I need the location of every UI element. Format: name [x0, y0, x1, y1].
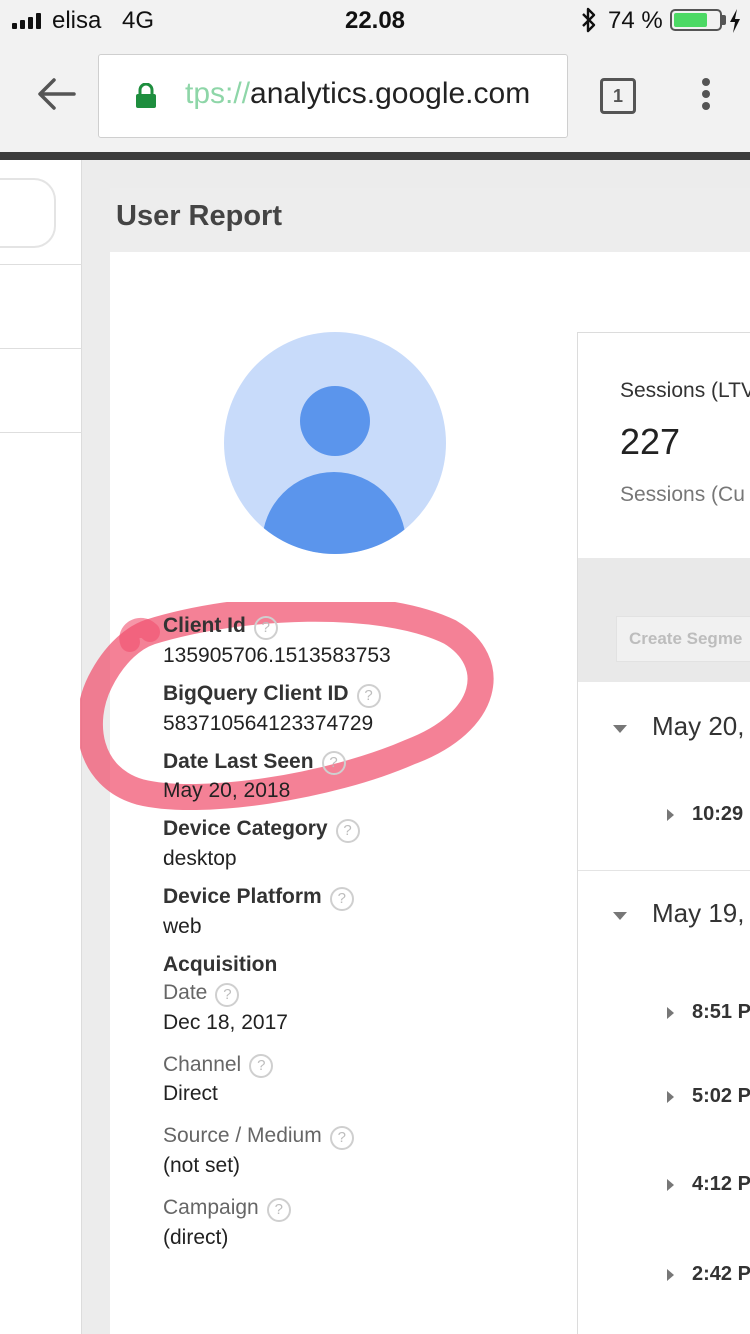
session-time: 10:29	[692, 803, 744, 825]
source-medium-label: Source / Medium	[163, 1124, 322, 1148]
battery-cap	[722, 15, 726, 25]
nav-search-box[interactable]	[0, 178, 56, 248]
bigquery-client-id-value: 583710564123374729	[163, 711, 374, 735]
battery-level-fill	[674, 13, 707, 27]
session-time: 4:12 P	[692, 1173, 750, 1195]
status-bar: elisa 4G 22.08 74 %	[0, 0, 750, 42]
campaign-label: Campaign	[163, 1196, 259, 1220]
browser-toolbar: tps://analytics.google.com 1	[0, 42, 750, 152]
bigquery-client-id-field: BigQuery Client ID? 583710564123374729	[163, 682, 523, 736]
expand-caret-icon[interactable]	[667, 1007, 674, 1019]
expand-caret-icon[interactable]	[667, 1269, 674, 1281]
acquisition-date-label: Date	[163, 980, 208, 1004]
acquisition-date-field: Date? Dec 18, 2017	[163, 981, 523, 1035]
battery-percentage: 74 %	[608, 7, 663, 34]
tab-switcher-button[interactable]: 1	[600, 78, 636, 114]
session-time: 2:42 P	[692, 1263, 750, 1285]
channel-label: Channel	[163, 1052, 242, 1076]
device-platform-label: Device Platform	[163, 885, 322, 909]
user-avatar	[224, 332, 446, 554]
help-icon[interactable]: ?	[266, 1197, 291, 1222]
expand-caret-icon[interactable]	[667, 809, 674, 821]
day-divider	[578, 870, 750, 871]
sessions-ltv-value: 227	[620, 421, 681, 462]
create-segment-button[interactable]: Create Segme	[616, 616, 750, 662]
url-text[interactable]: tps://analytics.google.com	[185, 77, 530, 111]
acquisition-heading: Acquisition	[163, 952, 278, 976]
avatar-head	[300, 386, 370, 456]
help-icon[interactable]: ?	[253, 615, 278, 640]
sessions-ltv-label: Sessions (LTV	[620, 379, 750, 402]
client-id-value: 135905706.1513583753	[163, 643, 391, 667]
date-last-seen-field: Date Last Seen? May 20, 2018	[163, 750, 523, 804]
campaign-value: (direct)	[163, 1225, 229, 1249]
left-navigation	[0, 160, 82, 1334]
avatar-body	[262, 472, 406, 554]
segment-toolbar: Create Segme	[578, 558, 750, 682]
acquisition-section: Acquisition	[163, 953, 523, 977]
activity-day-date: May 19,	[652, 898, 745, 928]
nav-divider	[0, 264, 82, 265]
help-icon[interactable]: ?	[335, 819, 360, 844]
charging-icon	[730, 9, 740, 33]
bigquery-client-id-label: BigQuery Client ID	[163, 681, 349, 705]
client-id-label: Client Id	[163, 614, 246, 637]
device-platform-value: web	[163, 914, 202, 938]
url-scheme: tps://	[185, 77, 251, 110]
expand-caret-icon[interactable]	[667, 1179, 674, 1191]
collapse-caret-icon[interactable]	[613, 725, 627, 733]
lock-icon	[136, 83, 156, 108]
activity-day-date: May 20,	[652, 711, 745, 741]
user-details: Client Id? 135905706.1513583753 BigQuery…	[163, 614, 523, 1250]
address-bar[interactable]: tps://analytics.google.com	[98, 54, 568, 138]
device-category-value: desktop	[163, 847, 237, 871]
date-last-seen-label: Date Last Seen	[163, 749, 314, 773]
acquisition-date-value: Dec 18, 2017	[163, 1010, 288, 1034]
campaign-field: Campaign? (direct)	[163, 1196, 523, 1250]
channel-field: Channel? Direct	[163, 1053, 523, 1107]
device-platform-field: Device Platform? web	[163, 885, 523, 939]
battery-icon	[670, 9, 722, 31]
source-medium-field: Source / Medium? (not set)	[163, 1124, 523, 1178]
page-title: User Report	[116, 200, 282, 232]
help-icon[interactable]: ?	[329, 1126, 354, 1151]
help-icon[interactable]: ?	[321, 751, 346, 776]
toolbar-divider	[0, 152, 750, 160]
page-content: User Report Client Id? 135905706.1513583…	[0, 160, 750, 1334]
client-id-field: Client Id? 135905706.1513583753	[163, 614, 523, 668]
nav-divider	[0, 432, 82, 433]
overflow-menu-icon[interactable]	[700, 78, 712, 116]
date-last-seen-value: May 20, 2018	[163, 779, 291, 803]
nav-divider	[0, 348, 82, 349]
device-category-label: Device Category	[163, 817, 328, 841]
sessions-panel: Sessions (LTV 227 Sessions (Cu Create Se…	[577, 332, 750, 1334]
help-icon[interactable]: ?	[329, 886, 354, 911]
help-icon[interactable]: ?	[356, 683, 381, 708]
source-medium-value: (not set)	[163, 1154, 241, 1178]
url-host: analytics.google.com	[250, 77, 531, 110]
collapse-caret-icon[interactable]	[613, 912, 627, 920]
report-header: User Report	[110, 188, 750, 252]
user-report-card: Client Id? 135905706.1513583753 BigQuery…	[80, 252, 750, 1334]
back-arrow-icon[interactable]	[34, 72, 78, 116]
help-icon[interactable]: ?	[249, 1054, 274, 1079]
help-icon[interactable]: ?	[215, 982, 240, 1007]
expand-caret-icon[interactable]	[667, 1091, 674, 1103]
sessions-current-label: Sessions (Cu	[620, 483, 745, 506]
channel-value: Direct	[163, 1082, 218, 1106]
bluetooth-icon	[582, 7, 596, 33]
device-category-field: Device Category? desktop	[163, 817, 523, 871]
session-time: 5:02 P	[692, 1085, 750, 1107]
session-time: 8:51 P	[692, 1001, 750, 1023]
